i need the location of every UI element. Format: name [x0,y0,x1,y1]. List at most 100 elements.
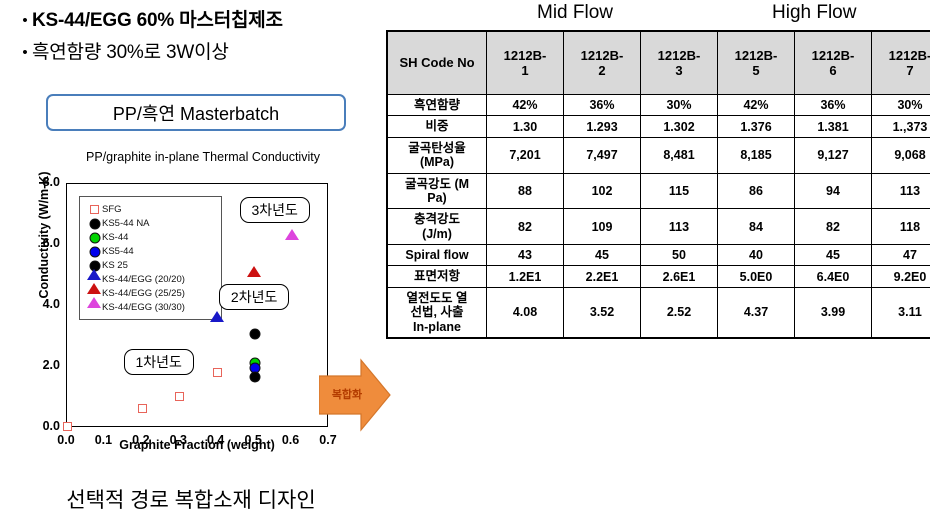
table-row: 충격강도 (J/m) 82 109 113 84 82 118 [386,208,930,245]
table-cell: 7,201 [486,136,564,174]
bullet-text: KS-44/EGG 60% 마스터칩제조 [32,10,283,31]
table-cell: 4.37 [717,286,795,339]
marker-circle [89,218,101,230]
table-cell: 1.381 [794,115,872,138]
table-cell: 9,127 [794,136,872,174]
table-cell: 9,068 [871,136,930,174]
table-column-header: 1212B- 1 [486,30,564,95]
table-cell: 113 [871,172,930,210]
table-cell: 113 [640,208,718,245]
left-panel: • KS-44/EGG 60% 마스터칩제조 • 흑연함량 30%로 3W이상 … [0,0,391,531]
table-cell: 6.4E0 [794,265,872,288]
table-cell: 1.30 [486,115,564,138]
chart-legend: SFG KS5-44 NA KS-44 KS5-44 KS 25 KS-44/EGG (2… [79,196,222,320]
table-cell: 1.302 [640,115,718,138]
chart-x-tick-label: 0.0 [57,433,75,447]
high-flow-label: High Flow [772,2,857,23]
masterbatch-box: PP/흑연 Masterbatch [46,94,346,131]
table-cell: 2.52 [640,286,718,339]
marker-circle [89,232,101,244]
chart-x-tick-label: 0.5 [244,433,262,447]
marker-circle [89,246,101,258]
table-cell: 36% [794,93,872,117]
chart-x-tick-label: 0.2 [132,433,150,447]
legend-label: KS-44/EGG (25/25) [102,287,185,299]
table-cell: 45 [794,243,872,267]
legend-item: KS-44 [86,230,217,244]
marker-triangle [87,297,101,308]
chart-y-tick-label: 8.0 [42,175,60,189]
table-cell: 30% [871,93,930,117]
bullet-list: • KS-44/EGG 60% 마스터칩제조 • 흑연함량 30%로 3W이상 [18,6,378,70]
chart-y-tick-label: 2.0 [42,358,60,372]
table-column-header: 1212B- 2 [563,30,641,95]
marker-open-square [212,367,222,377]
table-cell: 3.52 [563,286,641,339]
legend-label: KS5-44 [102,245,134,257]
table-row-label: 표면저항 [386,265,487,288]
table-cell: 3.11 [871,286,930,339]
flow-labels: Mid Flow High Flow [382,2,930,30]
table-row: 굴곡강도 (M Pa) 88 102 115 86 94 113 [386,172,930,210]
legend-label: KS-44 [102,231,129,243]
marker-triangle [209,311,224,323]
table-cell: 7,497 [563,136,641,174]
table-cell: 3.99 [794,286,872,339]
table-row-label: 굴곡강도 (M Pa) [386,172,487,210]
table-cell: 115 [640,172,718,210]
table-column-header: 1212B- 6 [794,30,872,95]
bullet-dot-icon: • [22,44,28,61]
marker-triangle [247,265,262,277]
table-cell: 43 [486,243,564,267]
table-cell: 86 [717,172,795,210]
legend-item: KS 25 [86,258,217,272]
table-row: 흑연함량 42% 36% 30% 42% 36% 30% [386,93,930,117]
legend-item: KS-44/EGG (30/30) [86,297,217,314]
table-cell: 42% [717,93,795,117]
properties-table: SH Code No 1212B- 1 1212B- 2 1212B- 3 1212B- 5 12… [386,30,930,339]
chart-x-tick-label: 0.3 [169,433,187,447]
legend-item: KS-44/EGG (20/20) [86,269,217,286]
arrow-label: 복합화 [331,389,363,401]
marker-circle [249,371,261,383]
table-cell: 45 [563,243,641,267]
slide-root: • KS-44/EGG 60% 마스터칩제조 • 흑연함량 30%로 3W이상 … [0,0,930,531]
chart-x-tick-label: 0.4 [207,433,225,447]
table-row-label: 굴곡탄성율 (MPa) [386,136,487,174]
legend-item: KS5-44 NA [86,216,217,230]
chart-y-tick-label: 6.0 [42,236,60,250]
chart-callout: 2차년도 [219,283,290,310]
table-cell: 1.376 [717,115,795,138]
legend-label: KS-44/EGG (20/20) [102,273,185,285]
table-cell: 102 [563,172,641,210]
marker-open-square [63,422,72,432]
table-cell: 94 [794,172,872,210]
chart-y-tick-label: 4.0 [42,297,60,311]
table-cell: 8,185 [717,136,795,174]
bullet-dot-icon: • [22,12,28,29]
chart-callout: 3차년도 [239,196,310,223]
legend-label: SFG [102,203,122,215]
table-cell: 30% [640,93,718,117]
legend-marker-icon [86,230,102,244]
table-cell: 4.08 [486,286,564,339]
marker-triangle [87,283,101,294]
legend-marker-icon [86,202,102,216]
chart-x-tick-label: 0.6 [281,433,300,447]
table-cell: 88 [486,172,564,210]
marker-triangle [87,269,101,280]
table-cell: 42% [486,93,564,117]
slide-caption: 선택적 경로 복합소재 디자인 [66,489,316,512]
legend-item: KS-44/EGG (25/25) [86,283,217,300]
chart-callout: 1차년도 [123,349,194,376]
chart-y-tick-label: 0.0 [42,419,60,433]
marker-open-square [175,391,185,401]
table-row-label: 충격강도 (J/m) [386,208,487,245]
table-cell: 1.,373 [871,115,930,138]
table-row-label: 비중 [386,115,487,138]
table-cell: 36% [563,93,641,117]
table-cell: 1.293 [563,115,641,138]
chart-x-tick-label: 0.7 [319,433,337,447]
table-column-header: 1212B- 5 [717,30,795,95]
table-row: 굴곡탄성율 (MPa) 7,201 7,497 8,481 8,185 9,127 9,068 [386,136,930,174]
